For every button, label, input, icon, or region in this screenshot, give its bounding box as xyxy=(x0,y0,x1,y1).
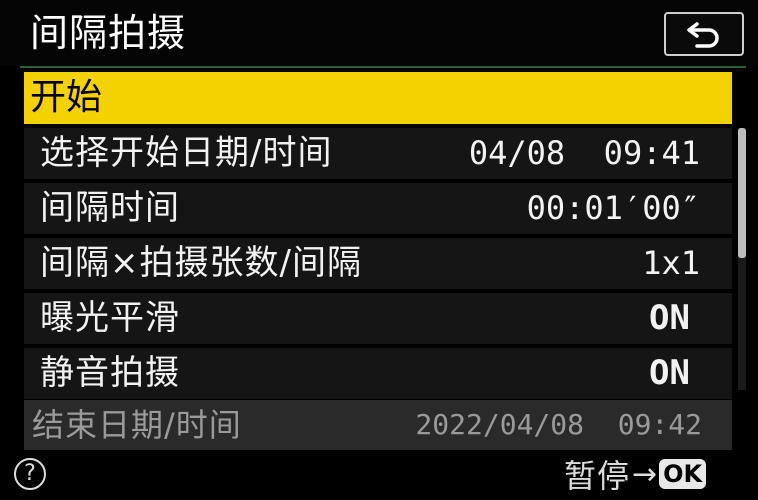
end-datetime-label: 结束日期/时间 xyxy=(32,406,242,444)
menu-item-start-label: 开始 xyxy=(30,77,103,118)
title-bar: 间隔拍摄 xyxy=(0,0,758,66)
menu-item-silent-shooting[interactable]: 静音拍摄 ON xyxy=(24,348,732,399)
scrollbar[interactable] xyxy=(738,128,746,390)
menu-item-label: 静音拍摄 xyxy=(40,353,180,393)
menu-item-value: ON xyxy=(649,298,690,338)
end-datetime-value: 2022/04/08 09:42 xyxy=(415,408,702,441)
menu-item-value: 00:01′00″ xyxy=(526,189,700,227)
menu-item-value: ON xyxy=(649,353,690,393)
menu-item-value: 1x1 xyxy=(642,244,700,282)
menu-item-label: 选择开始日期/时间 xyxy=(40,133,333,173)
menu-item-start-datetime[interactable]: 选择开始日期/时间 04/08 09:41 xyxy=(24,128,732,179)
menu-item-label: 间隔时间 xyxy=(40,188,180,228)
pause-hint: 暂停 → OK xyxy=(564,452,707,496)
settings-menu: 选择开始日期/时间 04/08 09:41 间隔时间 00:01′00″ 间隔×… xyxy=(24,128,732,403)
page-title: 间隔拍摄 xyxy=(30,11,187,55)
scrollbar-thumb[interactable] xyxy=(738,128,746,258)
menu-item-label: 曝光平滑 xyxy=(40,298,180,338)
menu-item-exposure-smoothing[interactable]: 曝光平滑 ON xyxy=(24,293,732,344)
ok-button-icon: OK xyxy=(659,459,707,489)
help-icon[interactable]: ? xyxy=(14,458,46,490)
menu-item-value: 04/08 09:41 xyxy=(468,134,700,172)
menu-item-label: 间隔×拍摄张数/间隔 xyxy=(40,243,362,283)
header-divider xyxy=(20,66,746,68)
back-button[interactable] xyxy=(664,12,744,56)
return-arrow-icon xyxy=(687,22,719,48)
menu-item-shots-per-interval[interactable]: 间隔×拍摄张数/间隔 1x1 xyxy=(24,238,732,289)
end-datetime-row: 结束日期/时间 2022/04/08 09:42 xyxy=(24,400,732,450)
menu-item-start[interactable]: 开始 xyxy=(24,72,732,124)
menu-item-interval[interactable]: 间隔时间 00:01′00″ xyxy=(24,183,732,234)
arrow-icon: → xyxy=(632,456,658,492)
pause-label: 暂停 xyxy=(564,457,631,495)
